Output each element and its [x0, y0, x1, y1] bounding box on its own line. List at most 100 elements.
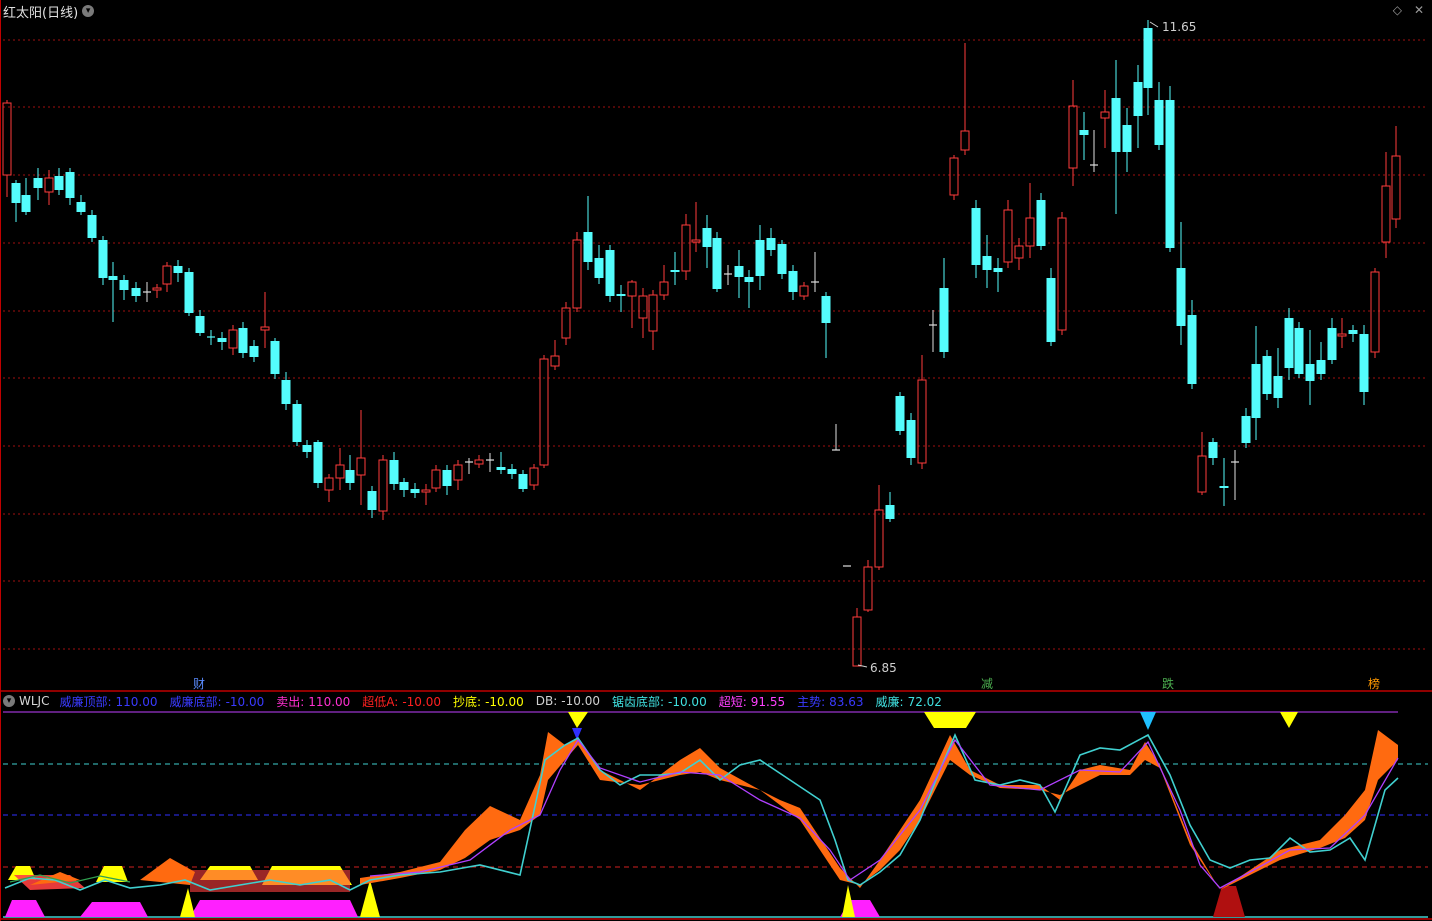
- candle-body: [173, 266, 183, 273]
- close-icon[interactable]: ✕: [1414, 3, 1424, 17]
- candle-body: [54, 176, 64, 190]
- candle-body: [453, 464, 463, 481]
- candle-body: [1100, 111, 1110, 119]
- indicator-item-value: 83.63: [829, 694, 864, 709]
- indicator-item-label: 抄底:: [453, 694, 482, 709]
- candle-body: [691, 239, 701, 243]
- candle-body: [648, 294, 658, 332]
- indicator-header: ▾ WLJC 威廉顶部: 110.00 威廉底部: -10.00 卖出: 110.00 超低…: [3, 693, 954, 709]
- price-annotations: 11.65 6.85: [857, 20, 1196, 675]
- candle-body: [561, 307, 571, 339]
- candle-body: [335, 464, 345, 479]
- candle-body: [1111, 98, 1121, 152]
- candle-body: [356, 457, 366, 476]
- event-marker-reduce[interactable]: 减: [981, 677, 993, 691]
- candle-body: [313, 442, 323, 483]
- candle-body: [885, 505, 895, 519]
- diamond-icon[interactable]: ◇: [1393, 3, 1402, 17]
- bottom-block: [190, 900, 358, 917]
- window-controls: ◇ ✕: [1393, 3, 1424, 17]
- candle-body: [1079, 130, 1089, 135]
- candle-body: [270, 341, 280, 374]
- orange-band: [360, 730, 1398, 890]
- indicator-item-value: 110.00: [308, 694, 351, 709]
- candle-body: [292, 404, 302, 442]
- candle-body: [594, 258, 604, 278]
- chart-header: 红太阳(日线) ▾: [3, 2, 95, 21]
- candle-body: [119, 280, 129, 290]
- candle-body: [1294, 328, 1304, 374]
- indicator-item-value: -10.00: [225, 694, 265, 709]
- event-marker-drop[interactable]: 跌: [1162, 677, 1174, 691]
- candle-body: [971, 208, 981, 265]
- candle-body: [195, 316, 205, 333]
- low-price-label: 6.85: [870, 661, 897, 675]
- candle-body: [1187, 315, 1197, 384]
- candle-body: [1359, 334, 1369, 392]
- bottom-block: [80, 902, 148, 917]
- candle-body: [260, 326, 270, 331]
- candle-body: [1154, 100, 1164, 145]
- indicator-item: DB: -10.00: [536, 694, 604, 708]
- candle-body: [11, 183, 21, 203]
- cyan-block: [1140, 712, 1156, 730]
- candle-body: [1251, 364, 1261, 418]
- candle-body: [65, 172, 75, 198]
- indicator-item: 锯齿底部: -10.00: [612, 693, 711, 710]
- candle-body: [324, 477, 334, 491]
- event-marker-finance[interactable]: 财: [193, 677, 205, 691]
- indicator-item-value: 110.00: [115, 694, 158, 709]
- candle-body: [21, 195, 31, 212]
- indicator-item-label: 威廉顶部:: [59, 694, 112, 709]
- candle-body: [410, 489, 420, 493]
- indicator-item-label: 超短:: [718, 694, 747, 709]
- high-arrow: [1149, 21, 1159, 28]
- candle-body: [1143, 28, 1153, 88]
- candle-body: [821, 296, 831, 323]
- candle-body: [421, 489, 431, 493]
- candle-body: [184, 272, 194, 313]
- candle-body: [367, 491, 377, 510]
- candle-body: [1208, 442, 1218, 458]
- candle-body: [1046, 278, 1056, 342]
- indicator-item: 威廉底部: -10.00: [170, 693, 269, 710]
- kline-chart[interactable]: 11.65 6.85: [0, 0, 1432, 921]
- event-marker-list[interactable]: 榜: [1368, 677, 1380, 691]
- candle-body: [1241, 416, 1251, 443]
- candle-body: [1305, 364, 1315, 381]
- indicator-item-value: -10.00: [668, 694, 707, 709]
- candle-body: [529, 467, 539, 486]
- candle-body: [389, 460, 399, 484]
- indicator-item-value: -10.00: [402, 694, 442, 709]
- candle-body: [712, 238, 722, 289]
- indicator-item-label: 锯齿底部:: [611, 694, 665, 709]
- candle-body: [949, 157, 959, 196]
- candle-body: [583, 232, 593, 262]
- indicator-item: 超短: 91.55: [719, 693, 789, 710]
- candle-body: [1273, 376, 1283, 398]
- indicator-item-label: DB:: [535, 694, 558, 708]
- indicator-pane: [3, 711, 1428, 918]
- candle-body: [507, 469, 517, 474]
- candle-body: [442, 470, 452, 486]
- candle-body: [874, 509, 884, 568]
- candle-body: [108, 276, 118, 280]
- candle-body: [162, 265, 172, 285]
- candle-body: [1284, 318, 1294, 368]
- yellow-block: [1280, 712, 1298, 728]
- candle-body: [474, 459, 484, 465]
- chevron-down-icon[interactable]: ▾: [82, 5, 95, 17]
- event-label: 榜: [1368, 677, 1381, 691]
- red-block: [1213, 886, 1245, 917]
- indicator-item: 威廉: 72.02: [876, 693, 946, 710]
- candle-body: [98, 240, 108, 278]
- yellow-block: [96, 866, 128, 882]
- high-price-label: 11.65: [1162, 20, 1196, 34]
- event-label: 财: [193, 677, 206, 691]
- candle-body: [863, 566, 873, 611]
- chevron-down-icon[interactable]: ▾: [3, 695, 15, 707]
- candle-body: [766, 238, 776, 250]
- candle-body: [1348, 330, 1358, 334]
- candle-body: [228, 329, 238, 349]
- candle-body: [1381, 185, 1391, 243]
